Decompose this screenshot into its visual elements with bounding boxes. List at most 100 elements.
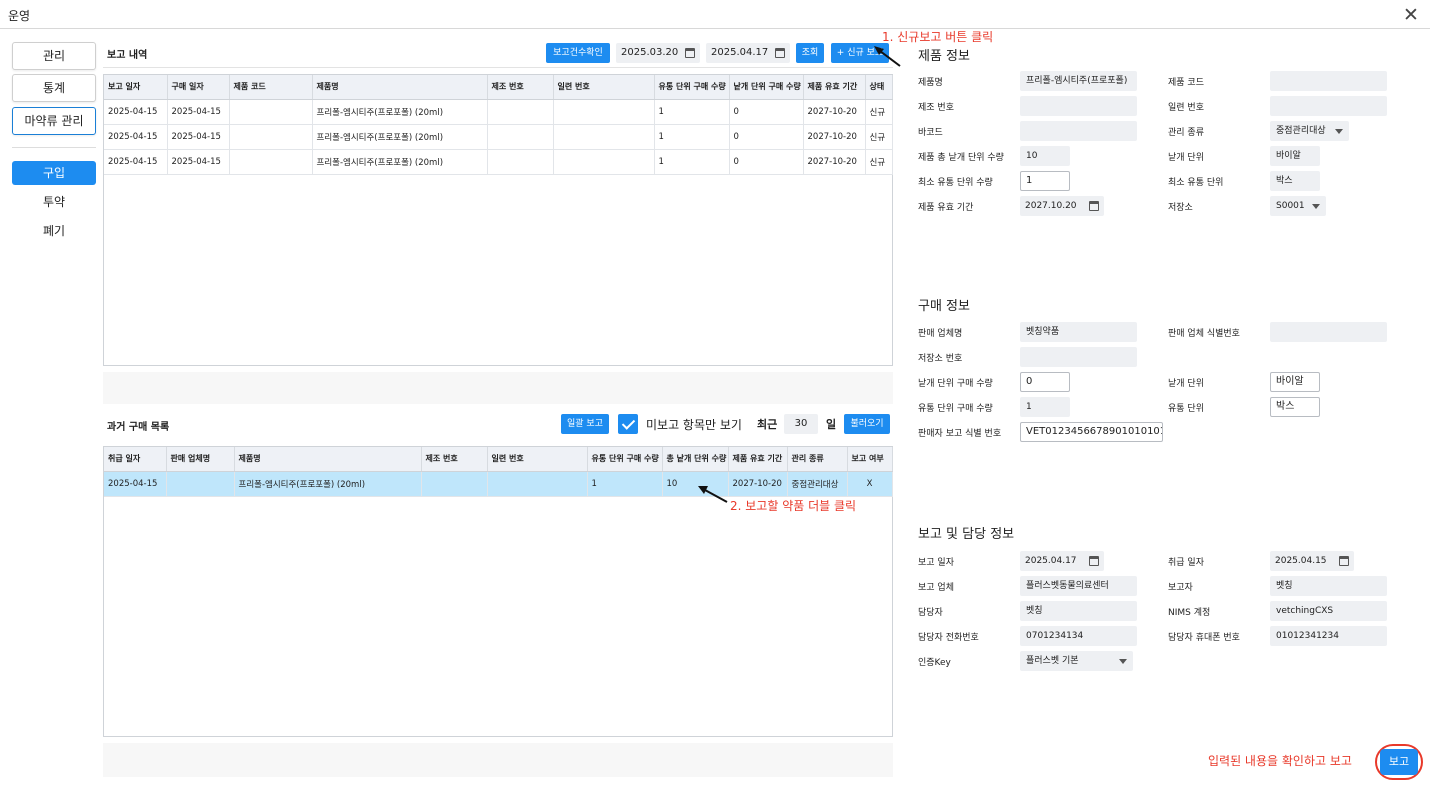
column-header[interactable]: 일련 번호 [553,75,655,100]
report-table-panel: 보고 일자 구매 일자 제품 코드 제품명 제조 번호 일련 번호 유통 단위 … [103,74,893,366]
nav-stats[interactable]: 통계 [12,74,96,102]
history-table-header: 취급 일자 판매 업체명 제품명 제조 번호 일련 번호 유통 단위 구매 수량… [104,447,893,472]
expiry-date-value: 2027.10.20 [1025,201,1077,211]
table-cell: 1 [654,124,730,150]
spacer-band [103,743,893,777]
unreported-label: 미보고 항목만 보기 [646,418,742,432]
table-cell [553,149,655,175]
field-label: 제품 코드 [1168,78,1204,88]
single-unit-input[interactable]: 바이알 [1270,372,1320,392]
column-header[interactable]: 유통 단위 구매 수량 [654,75,730,100]
table-cell: 2025-04-15 [104,471,167,497]
column-header[interactable]: 제조 번호 [487,75,554,100]
search-button[interactable]: 조회 [796,43,824,63]
seller-report-id-input[interactable]: VET0123456678901010101 [1020,422,1163,442]
field-label: 판매 업체 식별번호 [1168,329,1240,339]
calendar-icon[interactable] [1089,556,1099,566]
column-header[interactable]: 관리 종류 [787,447,848,472]
subnav-disposal[interactable]: 폐기 [12,219,96,243]
calendar-icon[interactable] [685,48,695,58]
chevron-down-icon [1119,659,1127,664]
seller-id-field [1270,322,1387,342]
unit-field: 바이알 [1270,146,1320,166]
annotation-arrow-2 [698,486,728,503]
column-header[interactable]: 낱개 단위 구매 수량 [729,75,804,100]
column-header[interactable]: 상태 [865,75,893,100]
close-icon[interactable]: ✕ [1403,4,1419,26]
dist-qty-field: 1 [1020,397,1070,417]
product-name-field: 프리폴-엠시티주(프로포폴) [1020,71,1137,91]
report-table: 보고 일자 구매 일자 제품 코드 제품명 제조 번호 일련 번호 유통 단위 … [104,75,893,175]
nav-divider [12,147,96,148]
annotation-step3: 입력된 내용을 확인하고 보고 [1208,754,1352,768]
report-table-header: 보고 일자 구매 일자 제품 코드 제품명 제조 번호 일련 번호 유통 단위 … [104,75,893,100]
table-cell: 프리폴-엠시티주(프로포폴) (20ml) [312,124,488,150]
report-date-to[interactable]: 2025.04.17 [706,43,790,63]
column-header[interactable]: 보고 여부 [847,447,893,472]
calendar-icon[interactable] [1089,201,1099,211]
table-row[interactable]: 2025-04-15 2025-04-15 프리폴-엠시티주(프로포폴) (20… [104,124,893,150]
table-cell: 0 [729,99,804,125]
calendar-icon[interactable] [775,48,785,58]
storage-select[interactable]: S0001 [1270,196,1326,216]
calendar-icon[interactable] [1339,556,1349,566]
manager-mobile-field: 01012341234 [1270,626,1387,646]
table-cell [553,99,655,125]
history-table-panel: 취급 일자 판매 업체명 제품명 제조 번호 일련 번호 유통 단위 구매 수량… [103,446,893,737]
report-date-field[interactable]: 2025.04.17 [1020,551,1104,571]
nav-narcotics[interactable]: 마약류 관리 [12,107,96,135]
column-header[interactable]: 제품 유효 기간 [728,447,788,472]
report-date-value: 2025.04.17 [1025,556,1077,566]
recent-days-input[interactable]: 30 [784,414,818,434]
column-header[interactable]: 제품 유효 기간 [803,75,866,100]
subnav-purchase[interactable]: 구입 [12,161,96,185]
column-header[interactable]: 제품 코드 [229,75,313,100]
column-header[interactable]: 보고 일자 [104,75,168,100]
column-header[interactable]: 판매 업체명 [166,447,235,472]
expiry-date-field[interactable]: 2027.10.20 [1020,196,1104,216]
column-header[interactable]: 취급 일자 [104,447,167,472]
field-label: 바코드 [918,128,943,138]
column-header[interactable]: 총 낱개 단위 수량 [662,447,729,472]
table-cell [229,149,313,175]
column-header[interactable]: 유통 단위 구매 수량 [587,447,663,472]
storage-value: S0001 [1276,201,1305,211]
field-label: 저장소 번호 [918,354,963,364]
dist-unit-input[interactable]: 박스 [1270,397,1320,417]
handle-date-field[interactable]: 2025.04.15 [1270,551,1354,571]
column-header[interactable]: 일련 번호 [487,447,588,472]
field-label: 유통 단위 [1168,404,1204,414]
auth-key-select[interactable]: 플러스벳 기본 [1020,651,1133,671]
report-count-button[interactable]: 보고건수확인 [546,43,610,63]
section-divider [103,67,893,68]
column-header[interactable]: 구매 일자 [167,75,230,100]
chevron-down-icon [1312,204,1320,209]
mgmt-type-select[interactable]: 중점관리대상 [1270,121,1349,141]
barcode-field [1020,121,1137,141]
bulk-report-button[interactable]: 일괄 보고 [561,414,609,434]
annotation-step2: 2. 보고할 약품 더블 클릭 [730,499,857,513]
field-label: 제품 총 낱개 단위 수량 [918,153,1004,163]
field-label: 낱개 단위 [1168,153,1204,163]
column-header[interactable]: 제품명 [312,75,488,100]
column-header[interactable]: 제조 번호 [421,447,488,472]
subnav-dosing[interactable]: 투약 [12,190,96,214]
table-cell: 프리폴-엠시티주(프로포폴) (20ml) [234,471,422,497]
column-header[interactable]: 제품명 [234,447,422,472]
table-row[interactable]: 2025-04-15 2025-04-15 프리폴-엠시티주(프로포폴) (20… [104,99,893,125]
field-label: 제품명 [918,78,943,88]
field-label: 낱개 단위 [1168,379,1204,389]
submit-report-button[interactable]: 보고 [1380,749,1418,775]
window-title: 운영 [8,9,31,23]
nims-account-field: vetchingCXS [1270,601,1387,621]
nav-manage[interactable]: 관리 [12,42,96,70]
table-cell: X [847,471,893,497]
table-row[interactable]: 2025-04-15 2025-04-15 프리폴-엠시티주(프로포폴) (20… [104,149,893,175]
unreported-checkbox[interactable] [618,414,638,434]
load-button[interactable]: 불러오기 [844,414,890,434]
single-qty-input[interactable]: 0 [1020,372,1070,392]
table-cell: 2027-10-20 [803,124,866,150]
report-date-from[interactable]: 2025.03.20 [616,43,700,63]
table-row[interactable]: 2025-04-15 프리폴-엠시티주(프로포폴) (20ml) 1 10 20… [104,471,893,497]
min-qty-input[interactable]: 1 [1020,171,1070,191]
